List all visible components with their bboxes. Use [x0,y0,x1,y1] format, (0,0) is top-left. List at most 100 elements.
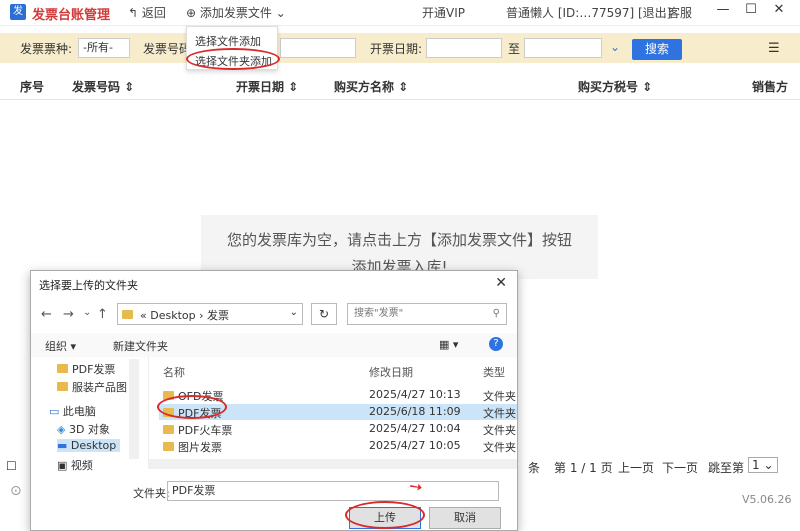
computer-icon: ▭ [49,405,60,418]
nav-item-this-pc[interactable]: ▭ 此电脑 [49,403,96,419]
row-date: 2025/6/18 11:09 [369,405,461,418]
nav-item-clothing[interactable]: 服装产品图 [57,379,127,395]
row-name-text: 图片发票 [178,441,222,454]
minimize-icon[interactable]: — [712,2,734,22]
type-select[interactable]: -所有- [78,38,130,58]
organize-label: 组织 [45,340,67,353]
add-invoice-label: 添加发票文件 [199,6,272,20]
cube-icon: ◈ [57,423,66,436]
video-icon: ▣ [57,459,68,472]
breadcrumb-invoices[interactable]: 发票 [207,309,229,322]
empty-line-1: 您的发票库为空，请点击上方【添加发票文件】按钮 [226,231,572,249]
nav-item-video[interactable]: ▣ 视频 [57,457,93,473]
cancel-button[interactable]: 取消 [429,507,501,529]
col-buyer-tax-label: 购买方税号 [578,80,639,94]
row-date: 2025/4/27 10:04 [369,422,461,435]
type-label: 发票票种: [20,42,73,56]
next-page-button[interactable]: 下一页 [662,459,698,476]
nav-label: PDF发票 [72,363,116,376]
date-label: 开票日期: [370,42,423,56]
maximize-icon[interactable]: ☐ [740,2,762,22]
search-input[interactable]: 搜索"发票" ⚲ [347,303,507,325]
refresh-icon[interactable]: ↻ [311,303,337,325]
search-placeholder: 搜索"发票" [354,308,404,319]
close-icon[interactable]: ✕ [768,2,790,22]
app-version: V5.06.26 [742,493,792,506]
date-from-input[interactable] [426,38,502,58]
menu-item-add-file[interactable]: 选择文件添加 [195,33,261,49]
jump-label: 跳至第 [708,461,745,475]
folder-icon [122,310,133,319]
nav-item-3d[interactable]: ◈ 3D 对象 [57,421,110,437]
col-buyer-label: 购买方名称 [334,80,395,94]
add-invoice-button[interactable]: ⊕ 添加发票文件 ⌄ [186,4,286,21]
breadcrumb: « Desktop › 发票 [140,309,230,322]
list-item[interactable]: PDF火车票 2025/4/27 10:04 文件夹 [159,421,517,437]
app-logo-icon: 发 [10,4,26,20]
row-name: PDF火车票 [163,422,232,438]
col-buyer-tax[interactable]: 购买方税号 ⇕ [578,78,652,95]
row-date: 2025/4/27 10:05 [369,439,461,452]
row-name-text: PDF火车票 [178,424,233,437]
count-suffix: 条 [528,461,541,475]
nav-forward-icon[interactable]: → [63,307,74,322]
nav-label: Desktop [70,439,117,452]
col-buyer[interactable]: 购买方名称 ⇕ [334,78,408,95]
folder-picker-dialog: 选择要上传的文件夹 ✕ ← → ⌄ ↑ « Desktop › 发票 ⌄ ↻ 搜… [30,270,518,531]
menu-icon[interactable]: ☰ [768,41,780,56]
address-bar[interactable]: « Desktop › 发票 ⌄ [117,303,303,325]
user-info[interactable]: 普通懒人 [ID:…77597] [退出] [506,4,671,21]
dialog-close-icon[interactable]: ✕ [495,275,507,291]
title-bar: 发 发票台账管理 ↰ 返回 ⊕ 添加发票文件 ⌄ 开通VIP 普通懒人 [ID:… [0,0,800,26]
new-folder-button[interactable]: 新建文件夹 [113,338,168,354]
row-type: 文件夹 [483,424,516,437]
organize-button[interactable]: 组织 ▾ [45,338,76,354]
app-title: 发票台账管理 [32,8,111,23]
col-index: 序号 [20,80,45,94]
expand-icon[interactable]: ⌄ [610,40,620,54]
col-number[interactable]: 发票号码 ⇕ [72,78,134,95]
page-info: 第 1 / 1 页 [554,461,613,475]
dialog-title: 选择要上传的文件夹 [39,279,138,292]
folder-icon [163,425,174,434]
vip-link[interactable]: 开通VIP [422,4,465,21]
nav-back-icon[interactable]: ← [41,307,52,322]
breadcrumb-desktop[interactable]: Desktop [150,309,195,322]
search-button[interactable]: 搜索 [632,39,682,60]
list-header: 名称 修改日期 类型 [159,363,517,379]
desktop-icon: ▬ [57,439,68,452]
select-all-checkbox[interactable]: ☐ [6,459,17,473]
row-name: 图片发票 [163,439,222,455]
jump-select[interactable]: 1 ⌄ [748,457,778,473]
settings-icon[interactable]: ⊙ [10,483,22,499]
nav-scrollbar[interactable] [129,359,139,459]
folder-icon [163,442,174,451]
service-link[interactable]: 客服 [668,4,692,21]
highlight-ring [157,395,227,419]
number-input[interactable] [280,38,356,58]
row-type: 文件夹 [483,407,516,420]
table-header: 序号 发票号码 ⇕ 开票日期 ⇕ 购买方名称 ⇕ 购买方税号 ⇕ 销售方 [0,70,800,100]
date-to-input[interactable] [524,38,602,58]
nav-item-pdf-invoices[interactable]: PDF发票 [57,361,115,377]
nav-label: 视频 [70,459,93,472]
number-label: 发票号码 [143,42,192,56]
address-dropdown-icon[interactable]: ⌄ [290,307,298,318]
back-button[interactable]: ↰ 返回 [128,4,166,21]
col-seller: 销售方 [752,80,789,94]
list-scrollbar[interactable] [149,459,517,469]
nav-label: 3D 对象 [68,423,110,436]
folder-name-input[interactable]: PDF发票 [167,481,499,501]
list-item[interactable]: 图片发票 2025/4/27 10:05 文件夹 [159,438,517,454]
col-type[interactable]: 类型 [483,364,505,380]
prev-page-button[interactable]: 上一页 [618,459,654,476]
nav-up-icon[interactable]: ↑ [97,307,108,322]
col-date[interactable]: 开票日期 ⇕ [236,78,298,95]
help-icon[interactable]: ? [489,337,503,351]
col-modified[interactable]: 修改日期 [369,364,413,380]
nav-label: 此电脑 [62,405,96,418]
view-icon[interactable]: ▦ ▾ [439,338,458,351]
nav-history-icon[interactable]: ⌄ [83,307,91,318]
col-name[interactable]: 名称 [163,364,185,380]
nav-item-desktop[interactable]: ▬ Desktop [57,439,121,452]
